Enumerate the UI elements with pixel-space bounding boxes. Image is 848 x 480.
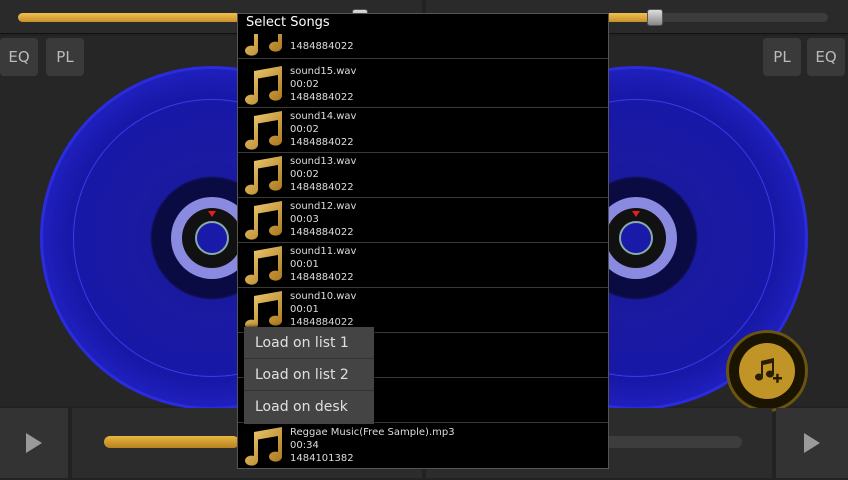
music-note-icon [240,65,286,107]
right-cue-marker-icon [632,211,640,217]
song-date: 1484884022 [290,227,354,238]
music-note-icon [240,110,286,152]
song-duration: 00:34 [290,440,319,451]
play-icon [804,433,820,453]
song-info: Reggae Music(Free Sample).mp3 00:34 148410… [290,426,455,465]
song-name: Reggae Music(Free Sample).mp3 [290,427,455,438]
music-note-icon [240,155,286,197]
song-info: sound10.wav 00:01 1484884022 [290,290,356,329]
song-duration: 00:03 [290,214,319,225]
add-music-button[interactable] [726,330,808,412]
song-row[interactable]: Reggae Music(Free Sample).mp3 00:34 148410… [238,424,608,468]
music-note-icon [240,426,286,468]
song-date: 1484884022 [290,41,354,52]
song-name: sound13.wav [290,156,357,167]
add-music-icon [739,343,795,399]
right-eq-button[interactable]: EQ [807,38,845,76]
song-info: sound14.wav 00:02 1484884022 [290,110,356,149]
song-info: 1484884022 [290,40,354,53]
song-date: 1484884022 [290,272,354,283]
music-note-icon [240,34,286,58]
song-name: sound11.wav [290,246,357,257]
left-play-button[interactable] [0,408,68,478]
load-popup-menu: Load on list 1 Load on list 2 Load on de… [244,327,374,424]
song-row[interactable]: sound15.wav 00:02 1484884022 [238,63,608,108]
menu-item-load-list-1[interactable]: Load on list 1 [244,327,374,359]
song-date: 1484884022 [290,137,354,148]
left-record-spindle [195,221,229,255]
song-info: sound15.wav 00:02 1484884022 [290,65,356,104]
song-row[interactable]: sound11.wav 00:01 1484884022 [238,243,608,288]
song-name: sound10.wav [290,291,357,302]
song-info: sound12.wav 00:03 1484884022 [290,200,356,239]
music-note-icon [240,200,286,242]
dialog-title: Select Songs [246,15,330,30]
song-name: sound15.wav [290,66,357,77]
song-row[interactable]: sound12.wav 00:03 1484884022 [238,198,608,243]
song-name: sound14.wav [290,111,357,122]
left-cue-marker-icon [208,211,216,217]
right-pl-button[interactable]: PL [763,38,801,76]
right-play-button[interactable] [776,408,848,478]
right-record-spindle [619,221,653,255]
play-icon [26,433,42,453]
song-duration: 00:02 [290,169,319,180]
left-pl-button[interactable]: PL [46,38,84,76]
song-info: sound13.wav 00:02 1484884022 [290,155,356,194]
song-name: sound12.wav [290,201,357,212]
left-progress-fill [104,436,239,448]
right-volume-thumb[interactable] [647,9,664,26]
music-note-icon [240,290,286,332]
song-date: 1484884022 [290,92,354,103]
song-date: 1484101382 [290,453,354,464]
left-eq-button[interactable]: EQ [0,38,38,76]
song-info: sound11.wav 00:01 1484884022 [290,245,356,284]
song-row[interactable]: sound14.wav 00:02 1484884022 [238,108,608,153]
song-duration: 00:02 [290,124,319,135]
music-note-icon [240,245,286,287]
menu-item-load-desk[interactable]: Load on desk [244,391,374,423]
dj-app: EQ PL PL EQ Select Songs 1484884022 soun… [0,0,848,480]
song-date: 1484884022 [290,182,354,193]
song-row[interactable]: 1484884022 [238,34,608,59]
song-duration: 00:02 [290,79,319,90]
song-duration: 00:01 [290,259,319,270]
song-row[interactable]: sound13.wav 00:02 1484884022 [238,153,608,198]
song-duration: 00:01 [290,304,319,315]
menu-item-load-list-2[interactable]: Load on list 2 [244,359,374,391]
